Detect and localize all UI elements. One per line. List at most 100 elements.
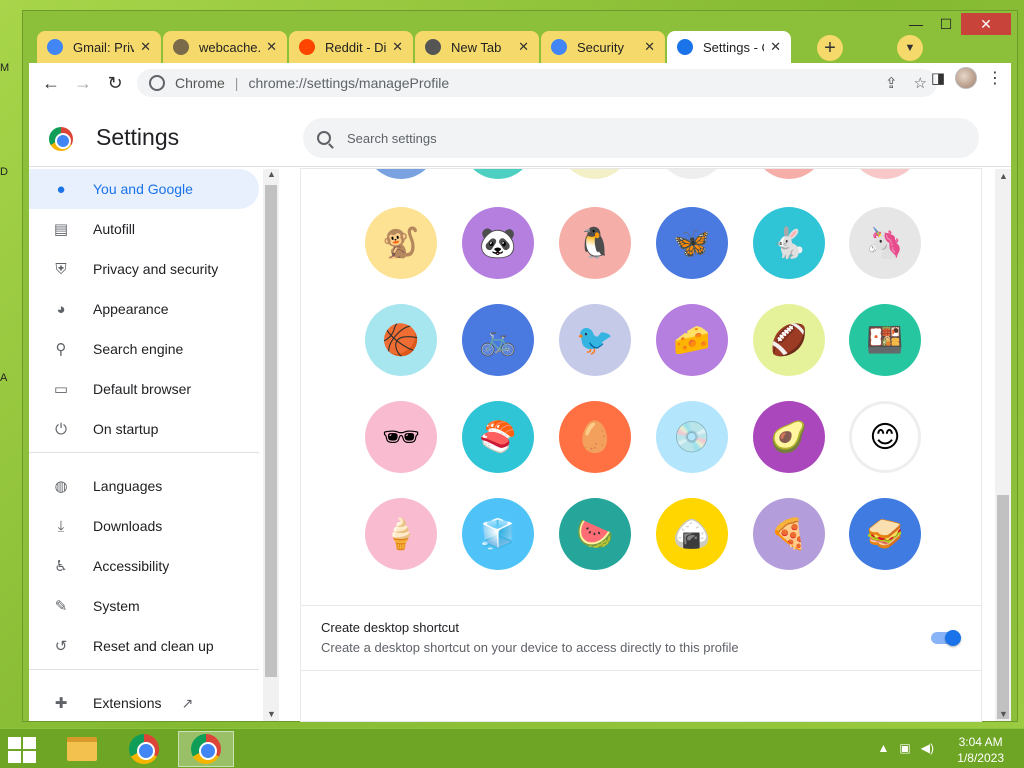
- tab-search-button[interactable]: ▼: [897, 35, 923, 61]
- close-tab-icon[interactable]: ✕: [518, 39, 529, 55]
- bookmark-star-icon[interactable]: ☆: [914, 74, 927, 92]
- unicorn-avatar[interactable]: 🦄: [849, 207, 921, 279]
- sidebar-item-reset-and-clean-up[interactable]: ↺ Reset and clean up: [29, 626, 259, 666]
- main-scroll-up[interactable]: ▲: [999, 171, 1008, 181]
- sidebar-item-privacy-and-security[interactable]: ⛨ Privacy and security: [29, 249, 259, 289]
- sidebar-item-extensions[interactable]: ✚ Extensions ↗: [29, 683, 259, 723]
- football-avatar[interactable]: 🏈: [753, 304, 825, 376]
- sunglasses-avatar[interactable]: 🕶: [365, 401, 437, 473]
- tab-strip: + ▼ Gmail: Priva✕webcache.g✕Reddit - Div…: [37, 31, 997, 63]
- ice-avatar[interactable]: 🧊: [462, 498, 534, 570]
- tab-3[interactable]: New Tab ✕: [415, 31, 539, 63]
- chrome-taskbar-button[interactable]: [116, 731, 172, 767]
- avatar-picker-card: Create desktop shortcut Create a desktop…: [301, 169, 981, 721]
- cheese-icon: 🧀: [673, 323, 711, 357]
- close-tab-icon[interactable]: ✕: [644, 39, 655, 55]
- cheese-avatar[interactable]: 🧀: [656, 304, 728, 376]
- smile-avatar[interactable]: 😊: [849, 401, 921, 473]
- desktop-shortcut-toggle[interactable]: [929, 630, 963, 646]
- ice-cream-avatar[interactable]: 🍦: [365, 498, 437, 570]
- nav-divider: [29, 452, 259, 453]
- sidebar-item-autofill[interactable]: ▤ Autofill: [29, 209, 259, 249]
- sushi-plate-avatar[interactable]: 🍱: [849, 304, 921, 376]
- tab-4[interactable]: Security ✕: [541, 31, 665, 63]
- pizza-avatar[interactable]: 🍕: [753, 498, 825, 570]
- smile-icon: 😊: [869, 420, 901, 454]
- menu-kebab-icon[interactable]: ⋮: [987, 68, 1003, 88]
- sidebar-item-on-startup[interactable]: ⏻ On startup: [29, 409, 259, 449]
- url-text: chrome://settings/manageProfile: [248, 75, 450, 91]
- sidebar-scroll-down[interactable]: ▼: [267, 709, 276, 719]
- monkey-avatar[interactable]: 🐒: [365, 207, 437, 279]
- avatar-option-partial[interactable]: [559, 169, 631, 179]
- close-tab-icon[interactable]: ✕: [770, 39, 781, 55]
- main-scroll-thumb[interactable]: [997, 495, 1009, 719]
- sidebar-scroll-up[interactable]: ▲: [267, 169, 276, 179]
- sidebar-scroll-thumb[interactable]: [265, 185, 277, 677]
- tray-arrow-icon[interactable]: ▲: [878, 741, 890, 755]
- avatar-option-partial[interactable]: [849, 169, 921, 179]
- profile-avatar[interactable]: [955, 67, 977, 89]
- watermelon-avatar[interactable]: 🍉: [559, 498, 631, 570]
- sidebar-item-languages[interactable]: ◍ Languages: [29, 466, 259, 506]
- close-tab-icon[interactable]: ✕: [266, 39, 277, 55]
- clock[interactable]: 3:04 AM 1/8/2023: [957, 734, 1004, 766]
- penguin-avatar[interactable]: 🐧: [559, 207, 631, 279]
- shortcut-title: Create desktop shortcut: [321, 620, 460, 635]
- reload-button[interactable]: ↻: [99, 67, 131, 99]
- tab-0[interactable]: Gmail: Priva ✕: [37, 31, 161, 63]
- page-title: Settings: [96, 124, 180, 150]
- tamagotchi-avatar[interactable]: 🥚: [559, 401, 631, 473]
- forward-button[interactable]: →: [67, 67, 99, 99]
- sidebar-item-you-and-google[interactable]: ● You and Google: [29, 169, 259, 209]
- bird-avatar[interactable]: 🐦: [559, 304, 631, 376]
- close-tab-icon[interactable]: ✕: [392, 39, 403, 55]
- sidebar-item-label: Search engine: [93, 341, 184, 357]
- sushi-avatar[interactable]: 🍣: [462, 401, 534, 473]
- onigiri-avatar[interactable]: 🍙: [656, 498, 728, 570]
- settings-search-input[interactable]: Search settings: [303, 118, 979, 158]
- sidebar-item-appearance[interactable]: ◕ Appearance: [29, 289, 259, 329]
- tab-1[interactable]: webcache.g ✕: [163, 31, 287, 63]
- wrench-icon: ✎: [54, 598, 68, 615]
- person-icon: ●: [56, 180, 66, 198]
- avatar-option-partial[interactable]: [462, 169, 534, 179]
- puzzle-icon: ✚: [54, 695, 68, 712]
- basketball-avatar[interactable]: 🏀: [365, 304, 437, 376]
- bike-avatar[interactable]: 🚲: [462, 304, 534, 376]
- accessibility-icon: ♿: [54, 558, 68, 575]
- side-panel-icon[interactable]: ◨: [931, 69, 945, 87]
- sidebar-item-accessibility[interactable]: ♿ Accessibility: [29, 546, 259, 586]
- back-button[interactable]: ←: [35, 67, 67, 99]
- address-divider: |: [234, 75, 239, 91]
- avatar-option-partial[interactable]: [753, 169, 825, 179]
- new-tab-button[interactable]: +: [817, 35, 843, 61]
- butterfly-avatar[interactable]: 🦋: [656, 207, 728, 279]
- download-icon: ⤓: [57, 517, 65, 535]
- pizza-icon: 🍕: [770, 517, 808, 551]
- tab-5[interactable]: Settings - C ✕: [667, 31, 791, 63]
- sidebar-item-search-engine[interactable]: ⚲ Search engine: [29, 329, 259, 369]
- tab-2[interactable]: Reddit - Div ✕: [289, 31, 413, 63]
- rabbit-avatar[interactable]: 🐇: [753, 207, 825, 279]
- main-scroll-down[interactable]: ▼: [999, 709, 1008, 719]
- volume-icon[interactable]: ◀): [921, 741, 934, 755]
- sidebar-item-downloads[interactable]: ⤓ Downloads: [29, 506, 259, 546]
- avatar-option-partial[interactable]: [365, 169, 437, 179]
- google-icon: [551, 39, 567, 55]
- sidebar-item-default-browser[interactable]: ▭ Default browser: [29, 369, 259, 409]
- sandwich-avatar[interactable]: 🥪: [849, 498, 921, 570]
- sidebar-item-system[interactable]: ✎ System: [29, 586, 259, 626]
- monkey-icon: 🐒: [382, 226, 420, 260]
- avatar-option-partial[interactable]: [656, 169, 728, 179]
- vinyl-avatar[interactable]: 💿: [656, 401, 728, 473]
- close-tab-icon[interactable]: ✕: [140, 39, 151, 55]
- avocado-avatar[interactable]: 🥑: [753, 401, 825, 473]
- network-icon[interactable]: ▣: [899, 741, 910, 755]
- file-explorer-button[interactable]: [54, 731, 110, 767]
- start-button[interactable]: [8, 737, 38, 763]
- share-icon[interactable]: ⇪: [885, 74, 898, 92]
- address-bar[interactable]: Chrome | chrome://settings/manageProfile…: [137, 69, 937, 97]
- panda-avatar[interactable]: 🐼: [462, 207, 534, 279]
- chrome-profile-taskbar-button[interactable]: [178, 731, 234, 767]
